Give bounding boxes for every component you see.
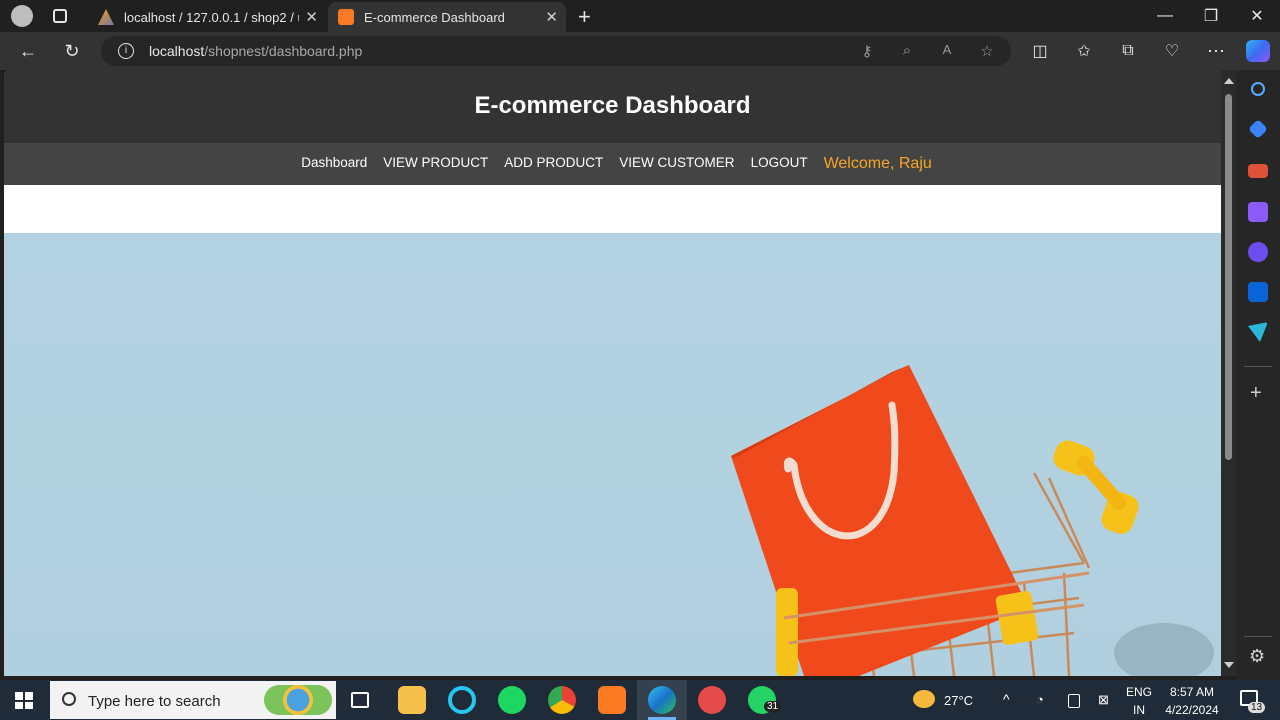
nav-view-product[interactable]: VIEW PRODUCT (383, 155, 488, 170)
browser-tab-strip: localhost / 127.0.0.1 / shop2 / us ✕ E-c… (0, 0, 1280, 32)
snip-tool-icon[interactable] (698, 686, 726, 714)
tools-icon[interactable] (1248, 164, 1268, 178)
network-icon[interactable]: ⊠ (1098, 692, 1109, 708)
weather-temp[interactable]: 27°C (944, 693, 973, 708)
site-header: E-commerce Dashboard (4, 70, 1221, 143)
zoom-icon[interactable]: ⌕ (898, 42, 916, 60)
url-text: localhost/shopnest/dashboard.php (149, 43, 363, 59)
tab-ecommerce-dashboard[interactable]: E-commerce Dashboard ✕ (328, 2, 566, 32)
outlook-icon[interactable] (1248, 282, 1268, 302)
phpmyadmin-icon (98, 9, 114, 25)
read-aloud-icon[interactable]: A (938, 42, 956, 60)
xampp-icon (338, 9, 354, 25)
games-icon[interactable] (1248, 202, 1268, 222)
close-window-icon[interactable]: ✕ (1234, 0, 1280, 32)
battery-icon[interactable] (1068, 694, 1080, 708)
sidebar-divider (1244, 636, 1272, 637)
search-placeholder: Type here to search (88, 693, 221, 710)
split-screen-icon[interactable]: ◫ (1025, 37, 1055, 65)
scroll-thumb[interactable] (1225, 94, 1232, 460)
sidebar-divider (1244, 366, 1272, 367)
address-bar[interactable]: i localhost/shopnest/dashboard.php ⚷ ⌕ A… (101, 36, 1011, 66)
refresh-icon[interactable]: ↻ (57, 37, 87, 65)
search-icon (62, 692, 76, 706)
alexa-icon[interactable] (448, 686, 476, 714)
key-icon[interactable]: ⚷ (858, 42, 876, 60)
page-title: E-commerce Dashboard (474, 92, 751, 119)
collections-icon[interactable]: ⧉ (1113, 37, 1143, 65)
windows-start-icon[interactable] (15, 692, 33, 709)
nav-view-customer[interactable]: VIEW CUSTOMER (619, 155, 734, 170)
shopping-tag-icon[interactable] (1248, 119, 1268, 139)
new-tab-icon[interactable]: + (578, 4, 591, 30)
language-top[interactable]: ENG (1126, 685, 1152, 699)
edge-sidebar: + ⚙ (1236, 70, 1280, 680)
tab-actions-icon[interactable] (53, 9, 67, 23)
notification-badge: 13 (1248, 702, 1266, 713)
drop-icon[interactable] (1248, 322, 1268, 342)
chrome-icon[interactable] (548, 686, 576, 714)
close-tab-icon[interactable]: ✕ (545, 8, 558, 26)
whatsapp-badge: 31 (764, 701, 782, 712)
page-viewport: E-commerce Dashboard Dashboard VIEW PROD… (4, 70, 1221, 676)
scroll-down-icon[interactable] (1224, 662, 1234, 668)
back-icon[interactable]: ← (13, 37, 43, 65)
tab-title: E-commerce Dashboard (364, 9, 505, 25)
page-scrollbar[interactable] (1221, 70, 1236, 676)
restore-icon[interactable]: ❐ (1188, 0, 1234, 32)
copilot-icon[interactable] (1246, 40, 1270, 62)
browser-toolbar: ← ↻ i localhost/shopnest/dashboard.php ⚷… (0, 32, 1280, 70)
clock-date[interactable]: 4/22/2024 (1160, 703, 1224, 717)
weather-icon[interactable] (913, 690, 935, 708)
edge-icon[interactable] (648, 686, 676, 714)
spotify-icon[interactable] (498, 686, 526, 714)
hero-image (4, 233, 1221, 676)
minimize-icon[interactable]: — (1142, 0, 1188, 32)
shopping-cart-illustration (731, 365, 1214, 676)
nav-add-product[interactable]: ADD PRODUCT (504, 155, 603, 170)
wifi-icon[interactable]: ◔ (1036, 692, 1044, 707)
welcome-message: Welcome, Raju (823, 155, 932, 172)
profile-avatar[interactable] (11, 5, 33, 27)
settings-gear-icon[interactable]: ⚙ (1249, 646, 1265, 667)
task-view-icon[interactable] (351, 692, 369, 708)
search-icon[interactable] (1251, 82, 1265, 96)
nav-logout[interactable]: LOGOUT (751, 155, 808, 170)
tab-phpmyadmin[interactable]: localhost / 127.0.0.1 / shop2 / us ✕ (88, 2, 326, 32)
clock-time[interactable]: 8:57 AM (1160, 685, 1224, 699)
content-spacer (4, 185, 1221, 233)
xampp-icon[interactable] (598, 686, 626, 714)
taskbar: Type here to search 31 27°C ^ ◔ ⊠ ENG IN… (0, 680, 1280, 720)
nav-dashboard[interactable]: Dashboard (301, 155, 367, 170)
taskbar-search[interactable]: Type here to search (50, 681, 336, 719)
scroll-up-icon[interactable] (1224, 78, 1234, 84)
copilot-sidebar-icon[interactable] (1248, 242, 1268, 262)
site-info-icon[interactable]: i (118, 43, 134, 59)
tray-expand-icon[interactable]: ^ (1003, 691, 1010, 707)
performance-icon[interactable]: ♡ (1157, 37, 1187, 65)
menu-icon[interactable]: ⋯ (1201, 37, 1231, 65)
language-bottom[interactable]: IN (1126, 703, 1152, 717)
favorites-icon[interactable]: ✩ (1069, 37, 1099, 65)
main-nav: Dashboard VIEW PRODUCT ADD PRODUCT VIEW … (4, 143, 1221, 185)
file-explorer-icon[interactable] (398, 686, 426, 714)
add-icon[interactable]: + (1250, 382, 1262, 405)
close-tab-icon[interactable]: ✕ (305, 8, 318, 26)
favorite-star-icon[interactable]: ☆ (978, 42, 996, 60)
tab-title: localhost / 127.0.0.1 / shop2 / us (124, 9, 299, 25)
search-highlight-icon (264, 685, 332, 715)
